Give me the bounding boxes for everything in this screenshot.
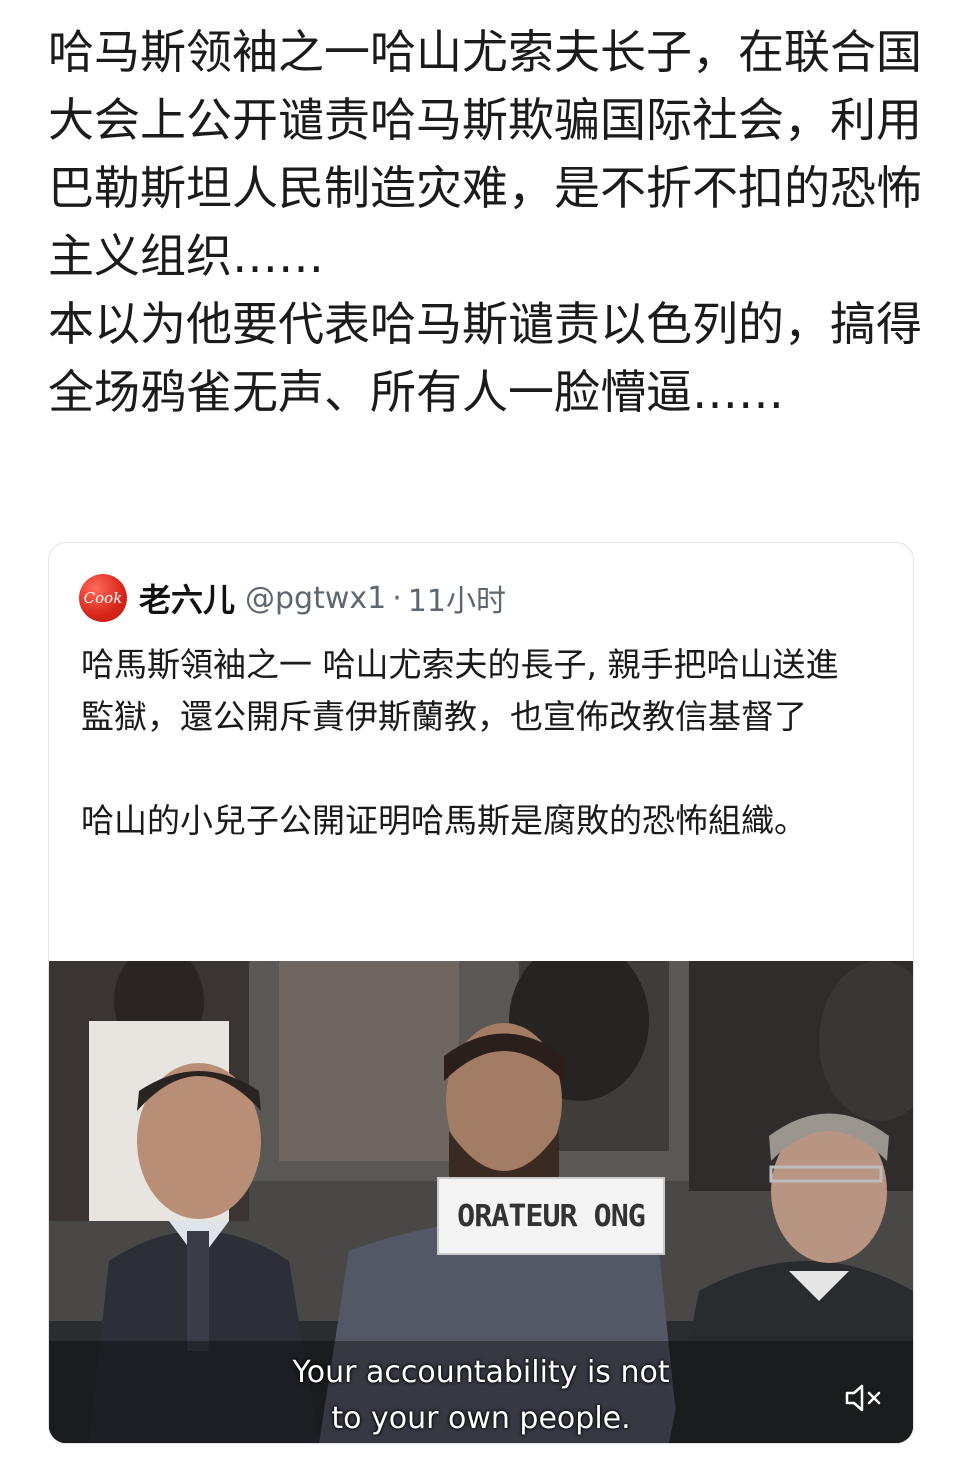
video-player[interactable]: ORATEUR ONG Your accountability is not t… xyxy=(49,961,913,1443)
post-text: 哈马斯领袖之一哈山尤索夫长子，在联合国大会上公开谴责哈马斯欺骗国际社会，利用巴勒… xyxy=(48,18,928,426)
author-name[interactable]: 老六儿 xyxy=(139,575,235,621)
post-paragraph-2: 本以为他要代表哈马斯谴责以色列的，搞得全场鸦雀无声、所有人一脸懵逼…… xyxy=(48,297,922,419)
quoted-tweet-header: Cook 老六儿 @pgtwx1 · 11小时 xyxy=(79,573,506,623)
speaker-muted-icon[interactable] xyxy=(843,1381,883,1415)
post-paragraph-1: 哈马斯领袖之一哈山尤索夫长子，在联合国大会上公开谴责哈马斯欺骗国际社会，利用巴勒… xyxy=(48,25,922,283)
timestamp[interactable]: 11小时 xyxy=(408,576,506,620)
separator-dot: · xyxy=(392,580,402,616)
nameplate: ORATEUR ONG xyxy=(437,1177,665,1255)
quoted-paragraph-2: 哈山的小兒子公開证明哈馬斯是腐敗的恐怖組織。 xyxy=(81,801,807,840)
quoted-tweet-card[interactable]: Cook 老六儿 @pgtwx1 · 11小时 哈馬斯領袖之一 哈山尤索夫的長子… xyxy=(48,542,914,1444)
avatar-logo-text: Cook xyxy=(83,589,123,607)
subtitle-line-2: to your own people. xyxy=(331,1401,631,1436)
quoted-paragraph-1: 哈馬斯領袖之一 哈山尤索夫的長子, 親手把哈山送進監獄，還公開斥責伊斯蘭教，也宣… xyxy=(81,645,839,736)
author-handle[interactable]: @pgtwx1 xyxy=(245,581,386,616)
subtitle-line-1: Your accountability is not xyxy=(292,1355,670,1390)
nameplate-text: ORATEUR ONG xyxy=(457,1198,646,1234)
quoted-tweet-body: 哈馬斯領袖之一 哈山尤索夫的長子, 親手把哈山送進監獄，還公開斥責伊斯蘭教，也宣… xyxy=(81,639,871,847)
avatar[interactable]: Cook xyxy=(79,574,127,622)
